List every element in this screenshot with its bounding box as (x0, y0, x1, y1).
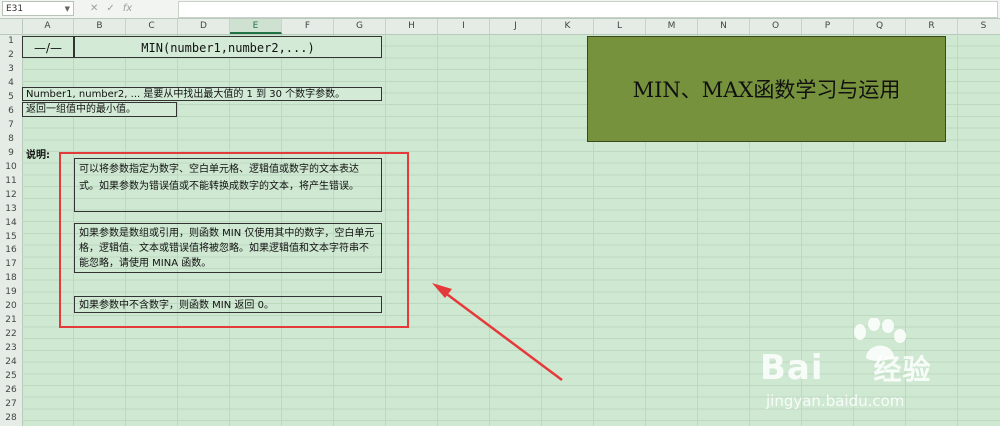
watermark-brand-latin: Bai (760, 348, 824, 388)
watermark-brand-cn: 经验 (873, 353, 932, 386)
watermark-url: jingyan.baidu.com (766, 392, 905, 410)
baidu-watermark: Bai 经验 jingyan.baidu.com (760, 318, 990, 418)
watermark-brand: Bai 经验 (760, 348, 932, 388)
